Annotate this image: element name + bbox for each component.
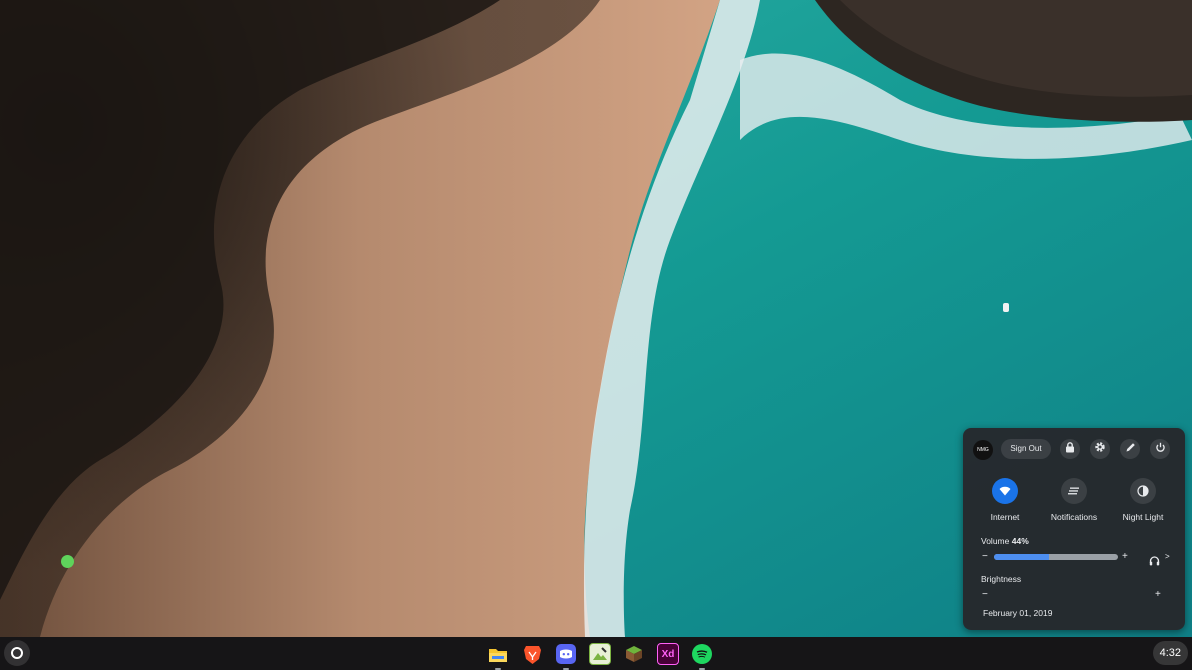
app-adobe-xd[interactable]: Xd <box>651 641 685 667</box>
avatar[interactable]: NMG <box>973 440 993 460</box>
brightness-label: Brightness <box>981 574 1022 584</box>
lock-button[interactable] <box>1060 439 1080 459</box>
lock-icon <box>1065 440 1075 458</box>
status-area-clock[interactable]: 4:32 <box>1152 641 1188 665</box>
notifications-label: Notifications <box>1050 512 1098 522</box>
folder-icon <box>488 644 508 664</box>
adobe-xd-icon: Xd <box>657 643 679 665</box>
wifi-icon <box>992 478 1018 504</box>
image-editor-icon <box>589 643 611 665</box>
night-light-toggle[interactable]: Night Light <box>1108 478 1178 522</box>
volume-down-button[interactable]: − <box>982 552 988 562</box>
app-spotify[interactable] <box>685 641 719 670</box>
power-icon <box>1155 440 1166 458</box>
volume-slider-fill <box>994 554 1049 560</box>
app-image-editor[interactable] <box>583 641 617 667</box>
launcher-button[interactable] <box>4 640 30 666</box>
quick-settings-tray: NMG Sign Out Internet Notifications Nigh… <box>963 428 1185 630</box>
headphones-icon <box>1149 553 1160 570</box>
brightness-down-button[interactable]: − <box>982 590 988 600</box>
audio-output-button[interactable] <box>1149 553 1160 571</box>
volume-slider[interactable] <box>994 554 1118 560</box>
spotify-icon <box>692 644 712 664</box>
date-label[interactable]: February 01, 2019 <box>983 608 1052 618</box>
internet-toggle[interactable]: Internet <box>970 478 1040 522</box>
internet-label: Internet <box>990 512 1020 522</box>
adobe-xd-text: Xd <box>661 648 675 660</box>
sign-out-button[interactable]: Sign Out <box>1001 439 1051 459</box>
stylus-button[interactable] <box>1120 439 1140 459</box>
gear-icon <box>1094 440 1106 458</box>
shelf-apps: Xd <box>481 641 719 670</box>
volume-up-button[interactable]: + <box>1122 552 1128 562</box>
cursor-indicator <box>61 555 74 568</box>
settings-button[interactable] <box>1090 439 1110 459</box>
pen-icon <box>1125 440 1136 458</box>
volume-title: Volume 44% <box>981 536 1029 546</box>
notifications-toggle[interactable]: Notifications <box>1039 478 1109 522</box>
night-light-label: Night Light <box>1122 512 1164 522</box>
discord-icon <box>556 644 576 664</box>
brave-lion-icon <box>522 644 542 664</box>
volume-percent: 44% <box>1011 536 1029 546</box>
notifications-icon <box>1061 478 1087 504</box>
power-button[interactable] <box>1150 439 1170 459</box>
app-minecraft[interactable] <box>617 641 651 667</box>
night-light-icon <box>1130 478 1156 504</box>
volume-label: Volume <box>981 536 1010 546</box>
launcher-icon <box>11 647 23 659</box>
app-brave[interactable] <box>515 641 549 667</box>
grass-block-icon <box>624 644 644 664</box>
app-files[interactable] <box>481 641 515 670</box>
brightness-up-button[interactable]: + <box>1155 590 1161 600</box>
app-discord[interactable] <box>549 641 583 670</box>
shelf: Xd 4:32 <box>0 637 1192 670</box>
audio-more-chevron[interactable]: > <box>1165 552 1170 562</box>
